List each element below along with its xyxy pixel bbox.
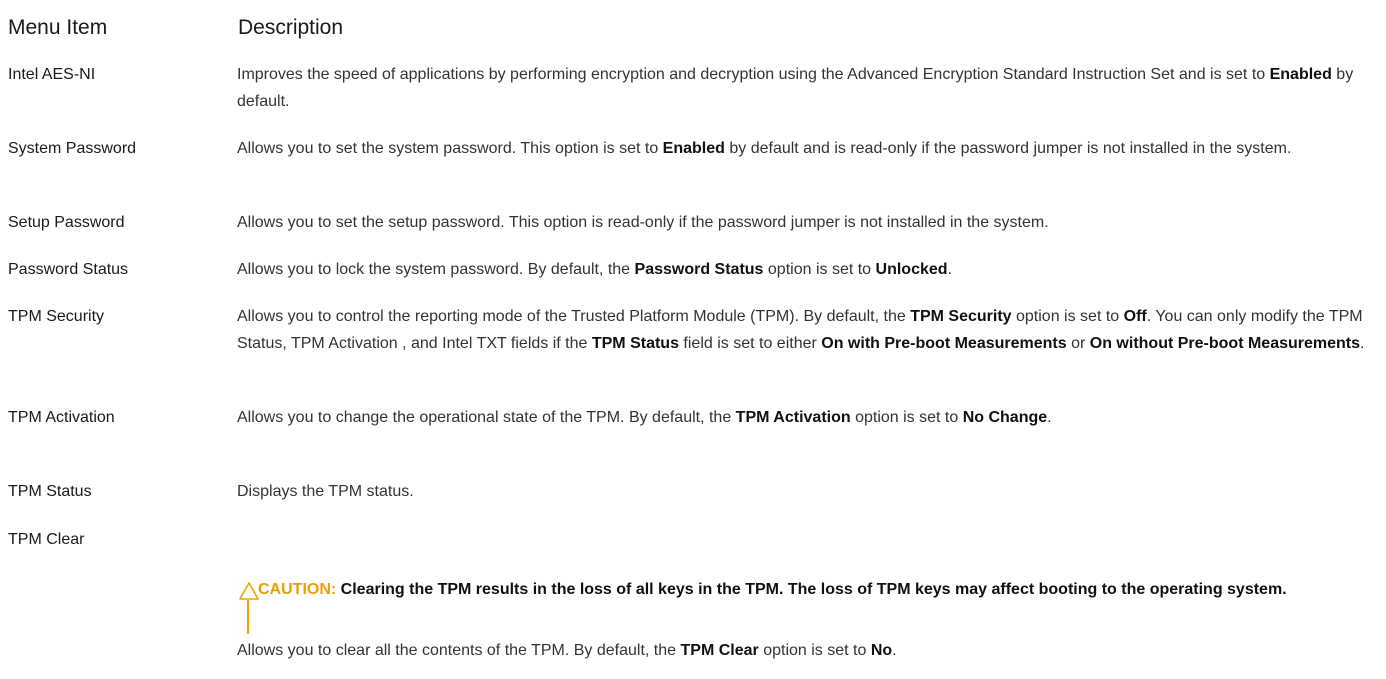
- emphasized-value: TPM Security: [910, 308, 1012, 325]
- menu-item-description: Allows you to change the operational sta…: [237, 404, 1378, 431]
- emphasized-value: Unlocked: [875, 261, 948, 278]
- description-text: option is set to: [758, 642, 871, 659]
- description-text: Allows you to change the operational sta…: [237, 409, 736, 426]
- menu-item-description: Allows you to lock the system password. …: [237, 256, 1378, 283]
- emphasized-value: Password Status: [634, 261, 764, 278]
- menu-item-label: TPM Status: [8, 483, 92, 500]
- menu-item-description: Allows you to set the system password. T…: [237, 135, 1378, 162]
- description-text: Allows you to lock the system password. …: [237, 261, 635, 278]
- description-text: Allows you to set the setup password. Th…: [237, 214, 1049, 231]
- description-text: by default and is read-only if the passw…: [724, 140, 1292, 157]
- description-text: .: [1360, 335, 1365, 352]
- menu-item-description: Displays the TPM status.: [237, 478, 1378, 505]
- header-menu-item: Menu Item: [8, 16, 108, 39]
- caution-text: CAUTION: Clearing the TPM results in the…: [258, 576, 1339, 604]
- menu-item-description: Allows you to clear all the contents of …: [237, 637, 1378, 664]
- menu-item-description: Allows you to control the reporting mode…: [237, 303, 1378, 357]
- description-text: Improves the speed of applications by pe…: [237, 66, 1270, 83]
- table-header: Menu Item Description: [8, 16, 1386, 46]
- emphasized-value: No: [870, 642, 893, 659]
- menu-item-description: Improves the speed of applications by pe…: [237, 61, 1378, 115]
- menu-item-label: Password Status: [8, 261, 129, 278]
- menu-item-label: TPM Security: [8, 308, 105, 325]
- description-text: Displays the TPM status.: [237, 483, 414, 500]
- description-text: field is set to either: [678, 335, 822, 352]
- emphasized-value: Enabled: [662, 140, 725, 157]
- emphasized-value: On without Pre-boot Measurements: [1089, 335, 1361, 352]
- emphasized-value: TPM Activation: [735, 409, 851, 426]
- menu-item-description: Allows you to set the setup password. Th…: [237, 209, 1378, 236]
- description-text: Allows you to control the reporting mode…: [237, 308, 911, 325]
- warning-triangle-icon: [239, 582, 259, 600]
- description-text: .: [947, 261, 952, 278]
- menu-item-label: System Password: [8, 140, 137, 157]
- emphasized-value: Enabled: [1269, 66, 1332, 83]
- description-text: Allows you to clear all the contents of …: [237, 642, 681, 659]
- emphasized-value: No Change: [962, 409, 1048, 426]
- menu-item-label: TPM Activation: [8, 409, 115, 426]
- emphasized-value: On with Pre-boot Measurements: [821, 335, 1067, 352]
- header-description: Description: [238, 16, 344, 39]
- caution-accent-bar: [247, 600, 249, 634]
- description-text: option is set to: [850, 409, 963, 426]
- emphasized-value: Off: [1123, 308, 1147, 325]
- caution-label: CAUTION:: [258, 581, 337, 598]
- bios-settings-table: Menu Item Description Intel AES-NI Impro…: [0, 0, 1386, 679]
- emphasized-value: TPM Status: [591, 335, 679, 352]
- description-text: or: [1066, 335, 1090, 352]
- description-text: Allows you to set the system password. T…: [237, 140, 663, 157]
- menu-item-label: TPM Clear: [8, 531, 85, 548]
- description-text: option is set to: [763, 261, 876, 278]
- caution-message: Clearing the TPM results in the loss of …: [336, 581, 1287, 598]
- menu-item-label: Setup Password: [8, 214, 125, 231]
- description-text: .: [892, 642, 897, 659]
- description-text: .: [1047, 409, 1052, 426]
- emphasized-value: TPM Clear: [680, 642, 759, 659]
- description-text: option is set to: [1011, 308, 1124, 325]
- menu-item-label: Intel AES-NI: [8, 66, 96, 83]
